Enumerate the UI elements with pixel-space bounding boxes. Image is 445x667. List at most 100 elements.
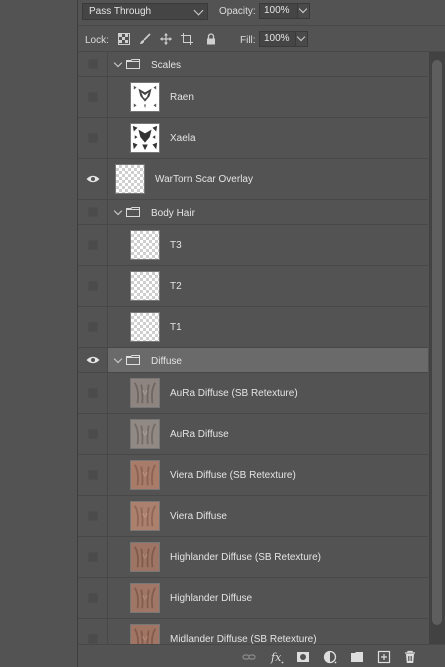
visibility-toggle[interactable] xyxy=(78,455,108,495)
visibility-off-box xyxy=(88,593,98,603)
layer-name: T1 xyxy=(170,322,182,333)
chevron-down-icon xyxy=(298,4,308,14)
visibility-toggle[interactable] xyxy=(78,200,108,224)
visibility-toggle[interactable] xyxy=(78,307,108,347)
visibility-toggle[interactable] xyxy=(78,537,108,577)
layer-row[interactable]: T1 xyxy=(78,307,428,348)
trash-icon[interactable] xyxy=(403,650,417,664)
layer-thumbnail xyxy=(130,624,160,644)
visibility-toggle[interactable] xyxy=(78,619,108,644)
layer-name: Highlander Diffuse xyxy=(170,593,253,604)
link-layers-icon[interactable] xyxy=(242,650,256,664)
chevron-down-icon[interactable] xyxy=(113,354,123,364)
layer-thumbnail xyxy=(130,542,160,572)
layer-thumbnail xyxy=(130,230,160,260)
layer-name: Highlander Diffuse (SB Retexture) xyxy=(170,552,321,563)
visibility-toggle[interactable] xyxy=(78,77,108,117)
layer-name: AuRa Diffuse xyxy=(170,429,229,440)
scrollbar-thumb[interactable] xyxy=(432,60,442,625)
visibility-toggle[interactable] xyxy=(78,414,108,454)
fill-dropdown-button[interactable] xyxy=(295,31,308,47)
layer-thumbnail xyxy=(130,378,160,408)
left-canvas-strip xyxy=(0,0,77,667)
eye-icon xyxy=(86,175,100,183)
visibility-toggle[interactable] xyxy=(78,348,108,372)
visibility-off-box xyxy=(88,92,98,102)
layer-name: Scales xyxy=(151,60,182,71)
visibility-toggle[interactable] xyxy=(78,266,108,306)
chevron-down-icon[interactable] xyxy=(113,58,123,68)
layer-name: Midlander Diffuse (SB Retexture) xyxy=(170,634,317,644)
layer-row[interactable]: Viera Diffuse xyxy=(78,496,428,537)
layer-name: Raen xyxy=(170,92,194,103)
layers-scrollbar[interactable] xyxy=(429,52,445,644)
layer-name: Viera Diffuse (SB Retexture) xyxy=(170,470,296,481)
layer-thumbnail xyxy=(130,312,160,342)
fx-icon[interactable]: fx xyxy=(270,650,284,664)
layer-row[interactable]: T3 xyxy=(78,225,428,266)
svg-text:fx: fx xyxy=(270,651,282,664)
layer-thumbnail xyxy=(130,82,160,112)
layer-row[interactable]: AuRa Diffuse xyxy=(78,414,428,455)
lock-image-pixels-icon[interactable] xyxy=(139,33,151,45)
visibility-toggle[interactable] xyxy=(78,496,108,536)
visibility-off-box xyxy=(88,634,98,644)
adjustment-layer-icon[interactable] xyxy=(323,650,337,664)
visibility-off-box xyxy=(88,470,98,480)
layer-thumbnail xyxy=(130,460,160,490)
opacity-label: Opacity: xyxy=(219,6,256,17)
visibility-toggle[interactable] xyxy=(78,373,108,413)
layer-row[interactable]: Xaela xyxy=(78,118,428,159)
opacity-dropdown-button[interactable] xyxy=(297,3,310,19)
blend-mode-dropdown[interactable]: Pass Through xyxy=(82,3,208,20)
new-group-icon[interactable] xyxy=(350,650,364,664)
layer-thumbnail xyxy=(130,419,160,449)
layer-group-row[interactable]: Scales xyxy=(78,52,428,77)
layer-thumbnail xyxy=(130,123,160,153)
lock-position-icon[interactable] xyxy=(160,33,172,45)
layer-name: T3 xyxy=(170,240,182,251)
blend-mode-value: Pass Through xyxy=(89,6,152,17)
layer-name: Xaela xyxy=(170,133,196,144)
opacity-value: 100% xyxy=(264,5,290,16)
layer-thumbnail xyxy=(130,271,160,301)
folder-icon xyxy=(126,355,140,365)
layer-row[interactable]: Highlander Diffuse xyxy=(78,578,428,619)
fill-value: 100% xyxy=(264,33,290,44)
chevron-down-icon xyxy=(296,32,306,42)
new-layer-icon[interactable] xyxy=(377,650,391,664)
layer-name: Viera Diffuse xyxy=(170,511,227,522)
visibility-toggle[interactable] xyxy=(78,52,108,76)
layer-thumbnail xyxy=(130,583,160,613)
layer-row[interactable]: Midlander Diffuse (SB Retexture) xyxy=(78,619,428,644)
layer-name: Diffuse xyxy=(151,356,182,367)
lock-artboard-icon[interactable] xyxy=(181,33,193,45)
layer-thumbnail xyxy=(115,164,145,194)
visibility-toggle[interactable] xyxy=(78,118,108,158)
layer-group-row[interactable]: Diffuse xyxy=(78,348,428,373)
layer-row[interactable]: Viera Diffuse (SB Retexture) xyxy=(78,455,428,496)
visibility-off-box xyxy=(88,133,98,143)
fill-label: Fill: xyxy=(240,35,256,46)
layer-group-row[interactable]: Body Hair xyxy=(78,200,428,225)
layer-row[interactable]: Highlander Diffuse (SB Retexture) xyxy=(78,537,428,578)
visibility-off-box xyxy=(88,59,98,69)
layer-row[interactable]: Raen xyxy=(78,77,428,118)
visibility-off-box xyxy=(88,511,98,521)
layer-row[interactable]: T2 xyxy=(78,266,428,307)
lock-label: Lock: xyxy=(85,35,109,46)
eye-icon xyxy=(86,356,100,364)
visibility-off-box xyxy=(88,281,98,291)
layer-mask-icon[interactable] xyxy=(296,650,310,664)
visibility-toggle[interactable] xyxy=(78,225,108,265)
layer-row[interactable]: WarTorn Scar Overlay xyxy=(78,159,428,200)
lock-all-icon[interactable] xyxy=(205,33,217,45)
fill-input[interactable]: 100% xyxy=(259,31,297,47)
visibility-toggle[interactable] xyxy=(78,159,108,199)
visibility-off-box xyxy=(88,429,98,439)
lock-transparent-pixels-icon[interactable] xyxy=(118,33,130,45)
layer-row[interactable]: AuRa Diffuse (SB Retexture) xyxy=(78,373,428,414)
chevron-down-icon[interactable] xyxy=(113,206,123,216)
opacity-input[interactable]: 100% xyxy=(259,3,301,19)
visibility-toggle[interactable] xyxy=(78,578,108,618)
